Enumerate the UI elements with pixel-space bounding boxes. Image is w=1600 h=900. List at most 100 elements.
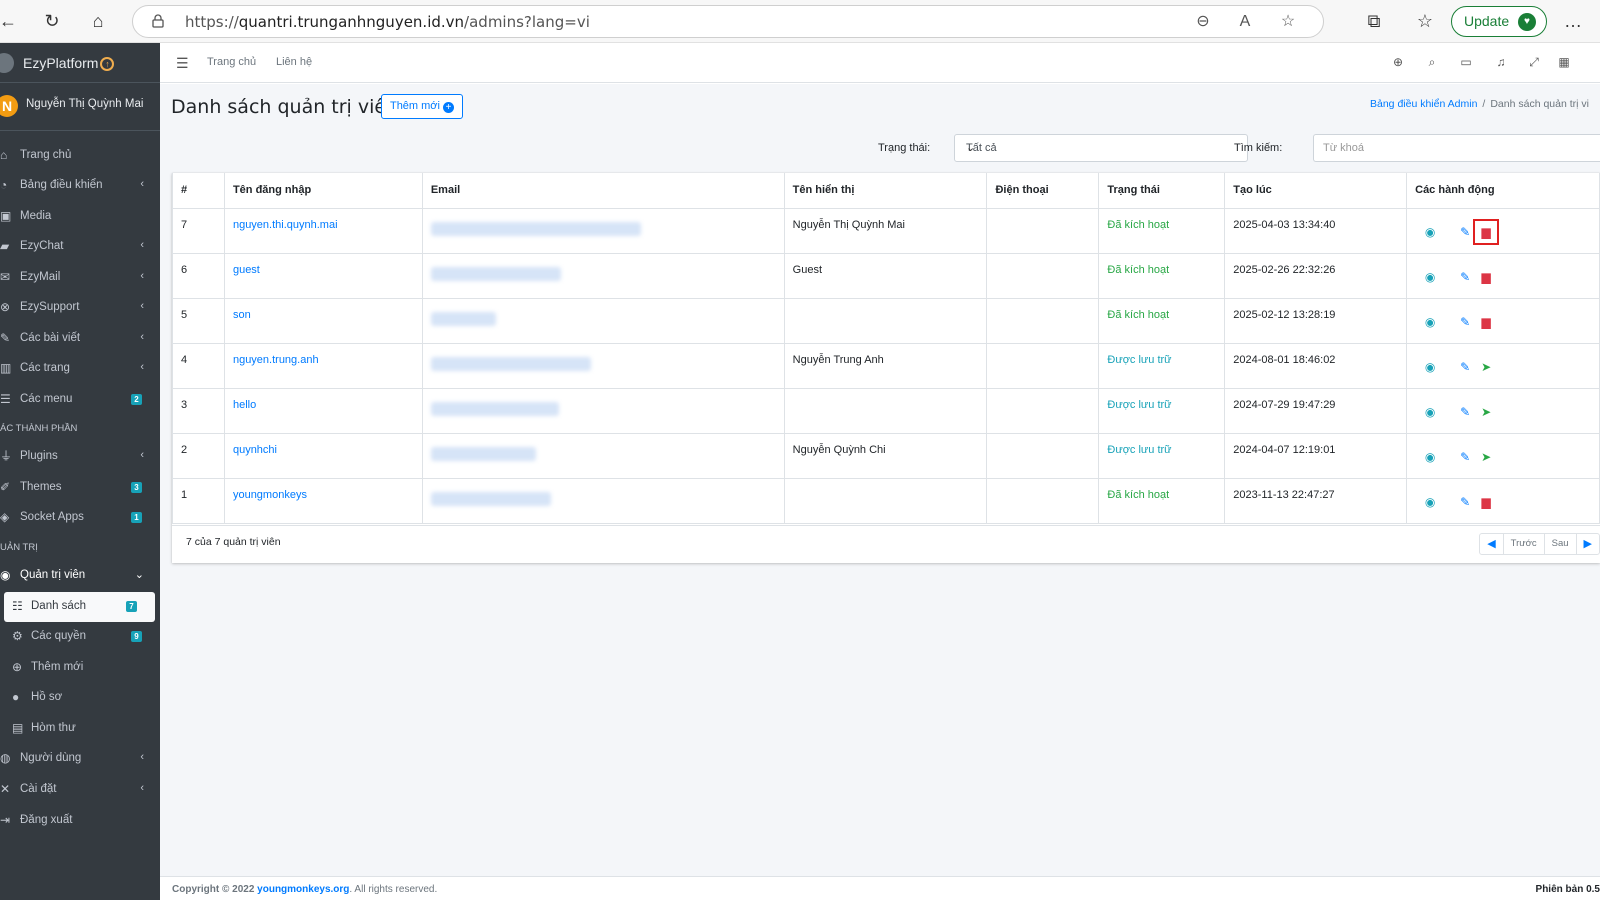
column-header[interactable]: Tên hiển thị <box>783 173 988 209</box>
sidebar-item-admins[interactable]: ◉ Quản trị viên ⌄ <box>0 561 160 591</box>
column-header[interactable]: Tên đăng nhập <box>223 173 423 209</box>
paper-plane-icon[interactable]: ➤ <box>1479 450 1493 464</box>
topnav-home-link[interactable]: Trang chủ <box>207 56 256 68</box>
view-eye-icon[interactable]: ◉ <box>1423 405 1437 419</box>
next-arrow-icon[interactable]: ▶ <box>1575 534 1599 554</box>
view-eye-icon[interactable]: ◉ <box>1423 450 1437 464</box>
search-icon[interactable]: ⌕ <box>1424 54 1440 70</box>
more-menu-icon[interactable]: … <box>1561 9 1585 33</box>
add-admin-button[interactable]: Thêm mới + <box>381 94 463 119</box>
column-header[interactable]: Tạo lúc <box>1224 173 1408 209</box>
bell-icon[interactable]: ♫ <box>1493 54 1509 70</box>
username-link[interactable]: quynhchi <box>233 444 277 456</box>
hamburger-menu-icon[interactable]: ☰ <box>176 55 189 72</box>
sidebar-item-posts[interactable]: ✎ Các bài viết ‹ <box>0 324 160 354</box>
column-header[interactable]: Email <box>421 173 785 209</box>
sidebar-item-profile[interactable]: ● Hồ sơ <box>0 683 160 713</box>
sidebar-item-themes[interactable]: ✐ Themes 3 <box>0 473 160 503</box>
archive-icon[interactable]: ▆ <box>1479 270 1493 284</box>
view-eye-icon[interactable]: ◉ <box>1423 315 1437 329</box>
table-row: 6 guest Guest Đã kích hoạt 2025-02-26 22… <box>172 252 1600 299</box>
column-header[interactable]: Điện thoại <box>986 173 1100 209</box>
status-filter-select[interactable]: Tất cả ⌄ <box>954 134 1248 162</box>
sidebar-item-inbox[interactable]: ▤ Hòm thư <box>0 714 160 744</box>
archive-icon[interactable]: ▆ <box>1479 315 1493 329</box>
upgrade-icon[interactable]: ↑ <box>100 57 115 71</box>
favorites-icon[interactable]: ☆ <box>1413 9 1437 33</box>
user-panel[interactable]: N Nguyễn Thị Quỳnh Mai <box>0 83 160 131</box>
chat-icon: ▰ <box>0 239 10 253</box>
favorite-star-icon[interactable]: ☆ <box>1278 12 1298 32</box>
cell-phone <box>986 342 1100 389</box>
lock-icon[interactable] <box>151 14 165 28</box>
archive-icon[interactable]: ▆ <box>1473 218 1500 245</box>
view-eye-icon[interactable]: ◉ <box>1423 270 1437 284</box>
globe-icon[interactable]: ⊕ <box>1390 54 1406 70</box>
breadcrumb-dashboard-link[interactable]: Bảng điều khiển Admin <box>1370 98 1477 110</box>
chevron-left-icon: ‹ <box>140 331 144 343</box>
comments-icon[interactable]: ▭ <box>1458 54 1474 70</box>
edit-icon[interactable]: ✎ <box>1458 225 1472 239</box>
user-name[interactable]: Nguyễn Thị Quỳnh Mai <box>26 98 143 110</box>
sidebar-item-plugins[interactable]: ⏚ Plugins ‹ <box>0 442 160 472</box>
view-eye-icon[interactable]: ◉ <box>1423 360 1437 374</box>
extensions-icon[interactable]: ⧉ <box>1362 9 1386 33</box>
username-link[interactable]: guest <box>233 264 260 276</box>
topnav-contact-link[interactable]: Liên hệ <box>276 56 312 68</box>
sidebar-item-media[interactable]: ▣ Media <box>0 202 160 232</box>
prev-arrow-icon[interactable]: ◀ <box>1480 534 1502 554</box>
username-link[interactable]: nguyen.thi.quynh.mai <box>233 219 338 231</box>
back-icon[interactable]: ← <box>0 9 20 33</box>
paper-plane-icon[interactable]: ➤ <box>1479 405 1493 419</box>
read-aloud-icon[interactable]: A <box>1235 12 1255 32</box>
next-page-button[interactable]: Sau <box>1543 534 1576 554</box>
cell-id: 7 <box>172 207 225 254</box>
view-eye-icon[interactable]: ◉ <box>1423 225 1437 239</box>
sidebar-item-pages[interactable]: ▥ Các trang ‹ <box>0 354 160 384</box>
sidebar-item-home[interactable]: ⌂ Trang chủ <box>0 141 160 171</box>
column-header[interactable]: Trạng thái <box>1098 173 1226 209</box>
email-redacted <box>430 221 641 236</box>
brand[interactable]: EzyPlatform ↑ <box>0 43 160 83</box>
org-link[interactable]: youngmonkeys.org <box>257 884 349 895</box>
sidebar-item-socket-apps[interactable]: ◈ Socket Apps 1 <box>0 503 160 533</box>
zoom-out-icon[interactable]: ⊖ <box>1193 12 1213 32</box>
sidebar-item-permissions[interactable]: ⚙ Các quyền 9 <box>0 622 160 652</box>
username-link[interactable]: youngmonkeys <box>233 489 307 501</box>
reload-icon[interactable]: ↻ <box>40 9 64 33</box>
search-input[interactable] <box>1313 134 1600 162</box>
url-text[interactable]: https://quantri.trunganhnguyen.id.vn/adm… <box>185 13 590 31</box>
sidebar-item-admin-list[interactable]: ☷ Danh sách 7 <box>4 592 155 622</box>
sidebar-item-settings[interactable]: ✕ Cài đặt ‹ <box>0 775 160 805</box>
address-bar[interactable]: https://quantri.trunganhnguyen.id.vn/adm… <box>132 5 1324 38</box>
sidebar-item-dashboard[interactable]: ◔ Bảng điều khiển ‹ <box>0 171 160 201</box>
edit-icon[interactable]: ✎ <box>1458 405 1472 419</box>
sidebar-item-logout[interactable]: ⇥ Đăng xuất <box>0 806 160 836</box>
home-icon[interactable]: ⌂ <box>86 9 110 33</box>
edit-icon[interactable]: ✎ <box>1458 360 1472 374</box>
sidebar-item-ezysupport[interactable]: ⊗ EzySupport ‹ <box>0 293 160 323</box>
sidebar-item-add-admin[interactable]: ⊕ Thêm mới <box>0 653 160 683</box>
prev-page-button[interactable]: Trước <box>1502 534 1544 554</box>
archive-icon[interactable]: ▆ <box>1479 495 1493 509</box>
sidebar-item-ezychat[interactable]: ▰ EzyChat ‹ <box>0 232 160 262</box>
sidebar-item-menus[interactable]: ☰ Các menu 2 <box>0 385 160 415</box>
fullscreen-icon[interactable]: ⤢ <box>1526 54 1542 70</box>
grid-icon[interactable]: ▦ <box>1556 54 1572 70</box>
bars-icon: ☰ <box>0 392 11 406</box>
edit-icon[interactable]: ✎ <box>1458 270 1472 284</box>
edit-icon[interactable]: ✎ <box>1458 315 1472 329</box>
update-button[interactable]: Update ♥ <box>1451 6 1547 37</box>
edit-icon[interactable]: ✎ <box>1458 450 1472 464</box>
username-link[interactable]: son <box>233 309 251 321</box>
username-link[interactable]: nguyen.trung.anh <box>233 354 319 366</box>
sidebar-item-ezymail[interactable]: ✉ EzyMail ‹ <box>0 263 160 293</box>
username-link[interactable]: hello <box>233 399 256 411</box>
edit-icon[interactable]: ✎ <box>1458 495 1472 509</box>
paper-plane-icon[interactable]: ➤ <box>1479 360 1493 374</box>
cell-created: 2025-02-26 22:32:26 <box>1224 252 1408 299</box>
column-header[interactable]: # <box>172 173 225 209</box>
sidebar-item-users[interactable]: ◍ Người dùng ‹ <box>0 744 160 774</box>
email-redacted <box>430 356 591 371</box>
view-eye-icon[interactable]: ◉ <box>1423 495 1437 509</box>
